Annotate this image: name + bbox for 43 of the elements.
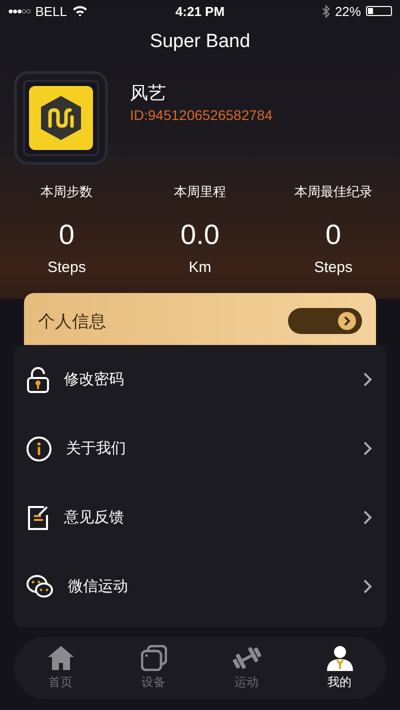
padlock-icon [26,366,50,392]
stat-value: 0 [326,219,342,251]
chevron-right-icon [363,441,372,456]
toggle-pill[interactable] [288,308,362,334]
user-id: ID:9451206526582784 [130,107,272,123]
signal-dots: ●●●○○ [8,6,30,16]
menu-item[interactable]: 意见反馈 [14,483,386,552]
menu-label: 微信运动 [68,577,129,596]
stat-unit: Steps [314,259,352,276]
chat-bubbles-icon [26,574,54,600]
app-title: Super Band [148,31,252,53]
carrier-name: BELL [35,4,67,18]
chevron-right-icon [363,579,372,594]
stat-value: 0 [58,219,74,251]
chevron-right-icon [363,372,372,387]
wifi-icon [72,5,88,17]
menu-item[interactable]: 微信运动 [14,552,386,621]
card-label: 个人信息 [38,310,106,332]
dumbbell-icon [230,645,262,671]
menu-label: 关于我们 [66,439,127,458]
stat-label: 本周最佳纪录 [294,184,372,201]
stat-value: 0.0 [180,219,220,251]
chevron-circle-icon [338,312,356,330]
battery-icon [366,6,392,16]
info-icon [26,436,52,462]
app-logo-icon [29,86,93,150]
menu-label: 修改密码 [64,370,125,389]
stat-label: 本周里程 [174,184,226,201]
menu-label: 意见反馈 [64,508,125,527]
bluetooth-icon [322,4,330,18]
stat-unit: Km [188,259,212,276]
stacked-windows-icon [140,645,166,671]
clock-time: 4:21 PM [175,4,225,18]
home-icon [46,645,74,671]
menu-item[interactable]: 关于我们 [14,414,386,483]
person-icon [326,645,354,671]
user-name: 风艺 [130,82,167,105]
tab-item[interactable]: 我的 [304,645,374,691]
stat-unit: Steps [47,259,86,276]
edit-note-icon [26,504,50,530]
chevron-right-icon [363,510,372,525]
stat-label: 本周步数 [40,184,93,201]
battery-percent: 22% [334,4,361,18]
